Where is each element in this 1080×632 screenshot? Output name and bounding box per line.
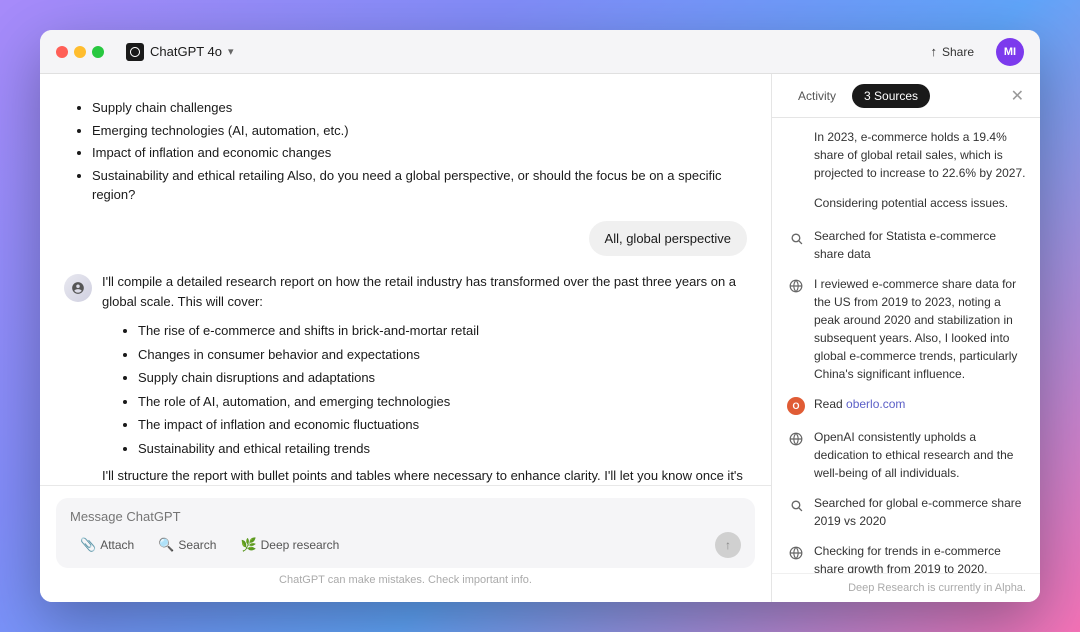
activity-item: I reviewed e-commerce share data for the… <box>786 275 1026 383</box>
oberlo-logo-icon: O <box>787 397 805 415</box>
globe-activity-icon <box>786 276 806 296</box>
attach-icon: 📎 <box>80 537 96 553</box>
chat-messages: Supply chain challenges Emerging technol… <box>40 74 771 485</box>
right-panel-tabs: Activity 3 Sources <box>786 84 930 108</box>
list-item: Sustainability and ethical retailing tre… <box>138 439 747 459</box>
right-panel-header: Activity 3 Sources ✕ <box>772 74 1040 118</box>
attach-button[interactable]: 📎 Attach <box>70 533 144 557</box>
assistant-avatar-icon <box>64 274 92 302</box>
activity-item-text: OpenAI consistently upholds a dedication… <box>814 428 1026 482</box>
globe-activity-icon <box>786 543 806 563</box>
assistant-bullet-list: The rise of e-commerce and shifts in bri… <box>118 321 747 458</box>
oberlo-link[interactable]: oberlo.com <box>846 397 905 411</box>
activity-item: Considering potential access issues. <box>786 194 1026 215</box>
list-item: The role of AI, automation, and emerging… <box>138 392 747 412</box>
activity-item-text: Checking for trends in e-commerce share … <box>814 542 1026 573</box>
activity-item: O Read oberlo.com <box>786 395 1026 416</box>
activity-item-text: In 2023, e-commerce holds a 19.4% share … <box>814 128 1026 182</box>
traffic-lights <box>56 46 104 58</box>
dropdown-chevron-icon[interactable]: ▾ <box>228 45 234 58</box>
minimize-traffic-light[interactable] <box>74 46 86 58</box>
search-label: Search <box>178 538 216 552</box>
chat-panel: Supply chain challenges Emerging technol… <box>40 74 772 602</box>
tab-activity[interactable]: Activity <box>786 84 848 108</box>
oberlo-activity-icon: O <box>786 396 806 416</box>
search-button[interactable]: 🔍 Search <box>148 533 226 557</box>
initial-bullets: Supply chain challenges Emerging technol… <box>64 98 747 205</box>
activity-item-icon <box>786 129 806 149</box>
app-name-label: ChatGPT 4o <box>150 44 222 59</box>
list-item: Supply chain disruptions and adaptations <box>138 368 747 388</box>
activity-item: In 2023, e-commerce holds a 19.4% share … <box>786 128 1026 182</box>
topic-list-initial: Supply chain challenges Emerging technol… <box>72 98 747 205</box>
activity-item-text: Considering potential access issues. <box>814 194 1026 212</box>
deep-research-label: Deep research <box>261 538 340 552</box>
app-title: ChatGPT 4o ▾ <box>126 43 234 61</box>
assistant-text-content: I'll compile a detailed research report … <box>102 272 747 486</box>
maximize-traffic-light[interactable] <box>92 46 104 58</box>
send-button[interactable]: ↑ <box>715 532 741 558</box>
assistant-message: I'll compile a detailed research report … <box>64 272 747 486</box>
content-area: Supply chain challenges Emerging technol… <box>40 74 1040 602</box>
assistant-intro: I'll compile a detailed research report … <box>102 272 747 314</box>
activity-item-text: Searched for Statista e-commerce share d… <box>814 227 1026 263</box>
close-traffic-light[interactable] <box>56 46 68 58</box>
list-item: Changes in consumer behavior and expecta… <box>138 345 747 365</box>
list-item: The impact of inflation and economic flu… <box>138 415 747 435</box>
right-panel: Activity 3 Sources ✕ In 2023, e-commerce… <box>772 74 1040 602</box>
activity-item: Checking for trends in e-commerce share … <box>786 542 1026 573</box>
assistant-outro: I'll structure the report with bullet po… <box>102 466 747 485</box>
deep-research-button[interactable]: 🌿 Deep research <box>230 533 349 557</box>
user-avatar[interactable]: MI <box>996 38 1024 66</box>
activity-item-icon <box>786 195 806 215</box>
list-item: Impact of inflation and economic changes <box>92 143 747 163</box>
research-icon: 🌿 <box>240 537 256 553</box>
chat-input-field[interactable] <box>70 509 741 524</box>
user-message: All, global perspective <box>64 221 747 256</box>
right-panel-content: In 2023, e-commerce holds a 19.4% share … <box>772 118 1040 573</box>
globe-activity-icon <box>786 429 806 449</box>
titlebar-left: ChatGPT 4o ▾ <box>56 43 920 61</box>
user-bubble-text: All, global perspective <box>589 221 747 256</box>
activity-item: Searched for global e-commerce share 201… <box>786 494 1026 530</box>
chatgpt-logo-icon <box>126 43 144 61</box>
right-panel-footer: Deep Research is currently in Alpha. <box>772 573 1040 602</box>
chat-input-box[interactable]: 📎 Attach 🔍 Search 🌿 Deep research ↑ <box>56 498 755 568</box>
activity-item-text: Searched for global e-commerce share 201… <box>814 494 1026 530</box>
chat-input-actions: 📎 Attach 🔍 Search 🌿 Deep research ↑ <box>70 532 741 558</box>
close-panel-button[interactable]: ✕ <box>1009 84 1026 108</box>
search-activity-icon <box>786 228 806 248</box>
activity-item-text: Read oberlo.com <box>814 395 1026 413</box>
attach-label: Attach <box>100 538 134 552</box>
titlebar: ChatGPT 4o ▾ ↑ Share MI <box>40 30 1040 74</box>
list-item: Supply chain challenges <box>92 98 747 118</box>
list-item: Sustainability and ethical retailing Als… <box>92 166 747 205</box>
tab-sources[interactable]: 3 Sources <box>852 84 930 108</box>
chat-input-area: 📎 Attach 🔍 Search 🌿 Deep research ↑ <box>40 485 771 602</box>
share-icon: ↑ <box>930 44 937 59</box>
search-activity-icon <box>786 495 806 515</box>
activity-item: OpenAI consistently upholds a dedication… <box>786 428 1026 482</box>
disclaimer-text: ChatGPT can make mistakes. Check importa… <box>56 568 755 588</box>
search-icon: 🔍 <box>158 537 174 553</box>
titlebar-right: ↑ Share MI <box>920 38 1024 66</box>
activity-item: Searched for Statista e-commerce share d… <box>786 227 1026 263</box>
send-icon: ↑ <box>725 538 731 552</box>
activity-item-text: I reviewed e-commerce share data for the… <box>814 275 1026 383</box>
share-button[interactable]: ↑ Share <box>920 40 984 63</box>
share-label: Share <box>942 45 974 59</box>
list-item: The rise of e-commerce and shifts in bri… <box>138 321 747 341</box>
list-item: Emerging technologies (AI, automation, e… <box>92 121 747 141</box>
app-window: ChatGPT 4o ▾ ↑ Share MI Supply chain cha… <box>40 30 1040 602</box>
